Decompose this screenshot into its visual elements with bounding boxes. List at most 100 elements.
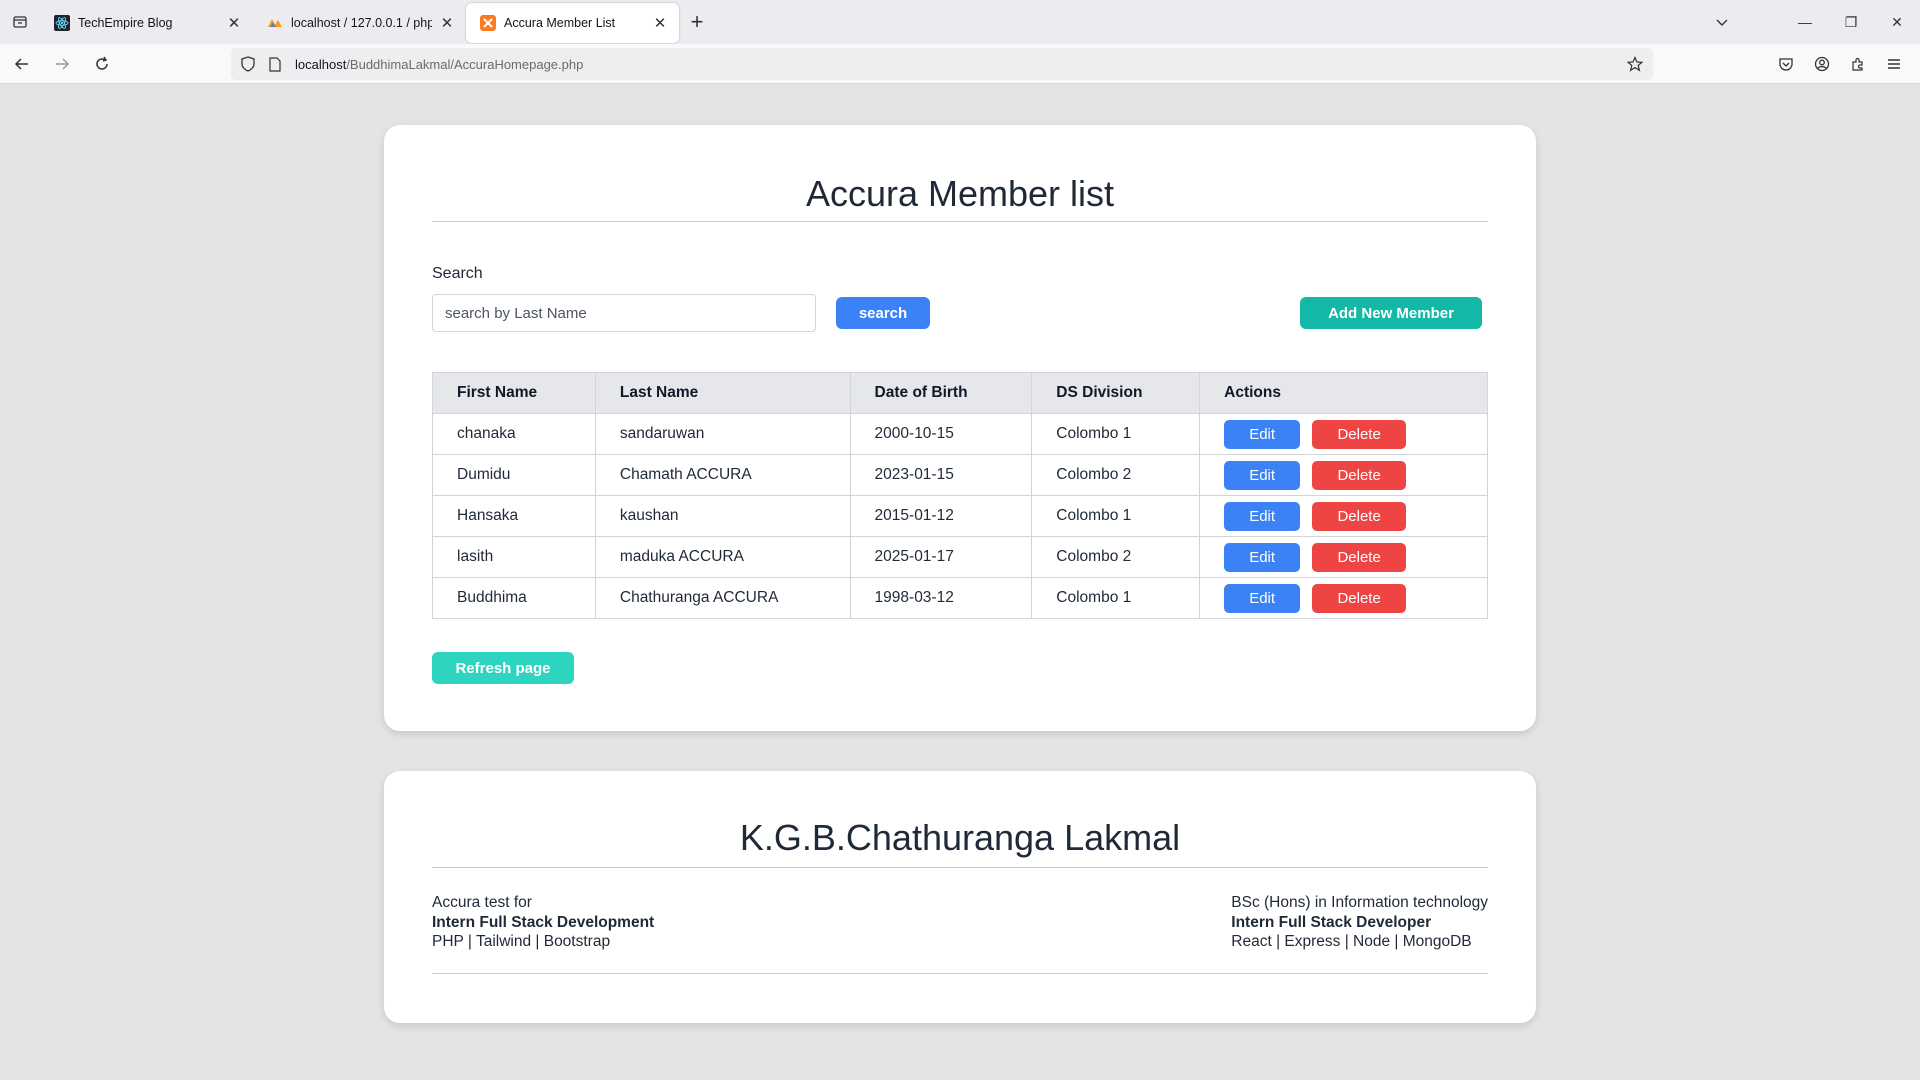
- extensions-icon[interactable]: [1840, 46, 1876, 82]
- search-button[interactable]: search: [836, 297, 930, 329]
- cell-first-name: Buddhima: [432, 577, 596, 619]
- forward-arrow-icon[interactable]: [44, 46, 80, 82]
- footer-left-column: Accura test for Intern Full Stack Develo…: [432, 893, 654, 952]
- account-icon[interactable]: [1804, 46, 1840, 82]
- edit-button[interactable]: Edit: [1224, 583, 1301, 613]
- cell-division: Colombo 1: [1031, 495, 1201, 537]
- menu-hamburger-icon[interactable]: [1876, 46, 1912, 82]
- back-arrow-icon[interactable]: [4, 46, 40, 82]
- table-row: Hansaka kaushan 2015-01-12 Colombo 1 Edi…: [432, 495, 1488, 537]
- toolbar-right: [1768, 46, 1912, 82]
- cell-actions: Edit Delete: [1199, 413, 1488, 455]
- close-icon[interactable]: ✕: [225, 14, 243, 32]
- tab-accura-member-list[interactable]: Accura Member List ✕: [466, 3, 679, 43]
- restore-icon[interactable]: ❐: [1828, 0, 1874, 44]
- cell-first-name: Dumidu: [432, 454, 596, 496]
- cell-division: Colombo 2: [1031, 536, 1201, 578]
- table-row: Dumidu Chamath ACCURA 2023-01-15 Colombo…: [432, 454, 1488, 496]
- tab-list-icon[interactable]: [0, 0, 40, 44]
- window-close-icon[interactable]: ✕: [1874, 0, 1920, 44]
- tab-techempire[interactable]: TechEmpire Blog ✕: [40, 3, 253, 43]
- chevron-down-icon[interactable]: [1700, 0, 1744, 44]
- minimize-icon[interactable]: —: [1782, 0, 1828, 44]
- cell-last-name: Chathuranga ACCURA: [594, 577, 851, 619]
- delete-button[interactable]: Delete: [1312, 460, 1407, 490]
- footer-left-line3: PHP | Tailwind | Bootstrap: [432, 933, 611, 950]
- header-last-name: Last Name: [594, 372, 851, 414]
- header-date-of-birth: Date of Birth: [849, 372, 1033, 414]
- cell-last-name: kaushan: [594, 495, 851, 537]
- table-row: chanaka sandaruwan 2000-10-15 Colombo 1 …: [432, 413, 1488, 455]
- cell-dob: 2025-01-17: [849, 536, 1033, 578]
- close-icon[interactable]: ✕: [651, 14, 669, 32]
- footer-bottom-divider: [432, 973, 1488, 974]
- author-name: K.G.B.Chathuranga Lakmal: [739, 817, 1181, 858]
- member-list-card: Accura Member list Search search Add New…: [384, 125, 1536, 731]
- header-first-name: First Name: [432, 372, 596, 414]
- page-title: Accura Member list: [805, 173, 1115, 214]
- shield-icon[interactable]: [241, 56, 259, 72]
- url-text[interactable]: localhost/BuddhimaLakmal/AccuraHomepage.…: [295, 57, 583, 72]
- title-divider: [432, 221, 1488, 222]
- refresh-page-button[interactable]: Refresh page: [432, 652, 574, 684]
- window-controls: — ❐ ✕: [1782, 0, 1920, 44]
- react-logo-icon: [54, 15, 70, 31]
- table-row: Buddhima Chathuranga ACCURA 1998-03-12 C…: [432, 577, 1488, 619]
- edit-button[interactable]: Edit: [1224, 460, 1301, 490]
- page-icon: [269, 56, 287, 72]
- delete-button[interactable]: Delete: [1312, 501, 1407, 531]
- cell-first-name: lasith: [432, 536, 596, 578]
- cell-actions: Edit Delete: [1199, 454, 1488, 496]
- table-header-row: First Name Last Name Date of Birth DS Di…: [432, 372, 1488, 414]
- name-divider: [432, 867, 1488, 868]
- footer-right-column: BSc (Hons) in Information technology Int…: [1231, 893, 1488, 952]
- tab-phpmyadmin[interactable]: localhost / 127.0.0.1 / php_dev_ ✕: [253, 3, 466, 43]
- new-tab-plus-icon[interactable]: +: [679, 0, 715, 44]
- cell-division: Colombo 1: [1031, 577, 1201, 619]
- reload-icon[interactable]: [84, 46, 120, 82]
- search-label: Search: [432, 265, 483, 282]
- cell-last-name: maduka ACCURA: [594, 536, 851, 578]
- edit-button[interactable]: Edit: [1224, 419, 1301, 449]
- cell-actions: Edit Delete: [1199, 495, 1488, 537]
- header-actions: Actions: [1199, 372, 1488, 414]
- cell-dob: 2023-01-15: [849, 454, 1033, 496]
- cell-dob: 2000-10-15: [849, 413, 1033, 455]
- tab-title: TechEmpire Blog: [78, 16, 173, 30]
- address-bar[interactable]: localhost/BuddhimaLakmal/AccuraHomepage.…: [231, 48, 1653, 80]
- cell-first-name: chanaka: [432, 413, 596, 455]
- footer-right-line3: React | Express | Node | MongoDB: [1231, 933, 1472, 950]
- delete-button[interactable]: Delete: [1312, 583, 1407, 613]
- pocket-icon[interactable]: [1768, 46, 1804, 82]
- cell-dob: 2015-01-12: [849, 495, 1033, 537]
- cell-dob: 1998-03-12: [849, 577, 1033, 619]
- table-row: lasith maduka ACCURA 2025-01-17 Colombo …: [432, 536, 1488, 578]
- cell-actions: Edit Delete: [1199, 577, 1488, 619]
- xampp-icon: [480, 15, 496, 31]
- cell-last-name: Chamath ACCURA: [594, 454, 851, 496]
- cell-first-name: Hansaka: [432, 495, 596, 537]
- browser-tab-bar: TechEmpire Blog ✕ localhost / 127.0.0.1 …: [0, 0, 1920, 44]
- close-icon[interactable]: ✕: [438, 14, 456, 32]
- browser-nav-bar: localhost/BuddhimaLakmal/AccuraHomepage.…: [0, 44, 1920, 84]
- tab-title: localhost / 127.0.0.1 / php_dev_: [291, 16, 432, 30]
- footer-card: K.G.B.Chathuranga Lakmal Accura test for…: [384, 771, 1536, 1023]
- phpmyadmin-icon: [267, 15, 283, 31]
- bookmark-star-icon[interactable]: [1627, 56, 1643, 72]
- cell-last-name: sandaruwan: [594, 413, 851, 455]
- add-new-member-button[interactable]: Add New Member: [1300, 297, 1482, 329]
- edit-button[interactable]: Edit: [1224, 542, 1301, 572]
- members-table: First Name Last Name Date of Birth DS Di…: [432, 372, 1488, 619]
- search-input[interactable]: [432, 294, 816, 332]
- footer-right-line1: BSc (Hons) in Information technology: [1231, 894, 1488, 911]
- footer-left-line2: Intern Full Stack Development: [432, 913, 655, 931]
- delete-button[interactable]: Delete: [1312, 419, 1407, 449]
- cell-actions: Edit Delete: [1199, 536, 1488, 578]
- delete-button[interactable]: Delete: [1312, 542, 1407, 572]
- cell-division: Colombo 1: [1031, 413, 1201, 455]
- footer-right-line2: Intern Full Stack Developer: [1231, 913, 1432, 931]
- edit-button[interactable]: Edit: [1224, 501, 1301, 531]
- cell-division: Colombo 2: [1031, 454, 1201, 496]
- footer-left-line1: Accura test for: [432, 894, 532, 911]
- header-ds-division: DS Division: [1031, 372, 1201, 414]
